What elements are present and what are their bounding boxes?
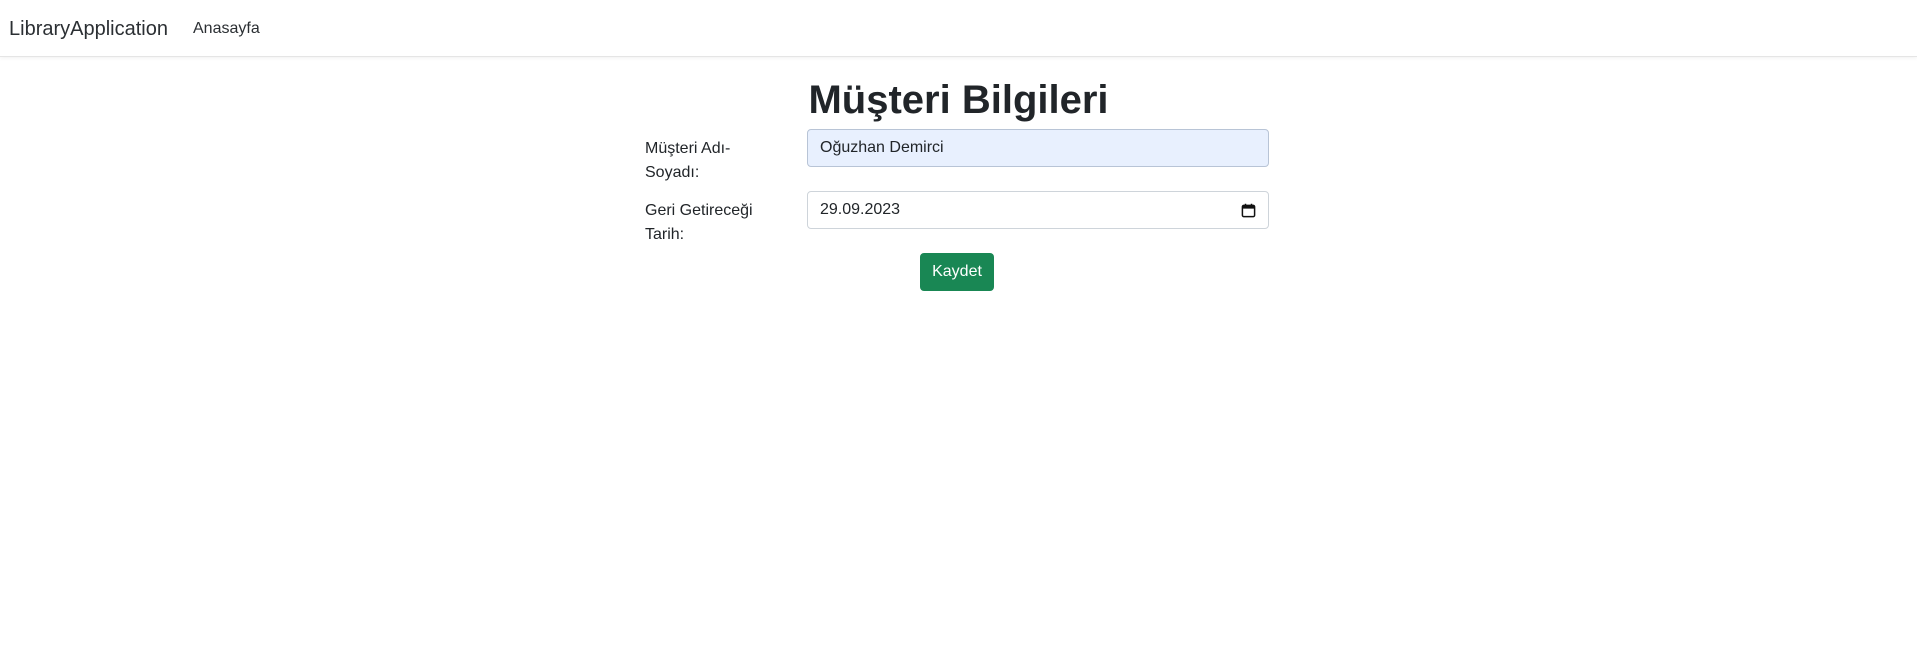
return-date-value: 29.09.2023 — [820, 201, 901, 218]
customer-name-input[interactable]: Oğuzhan Demirci — [807, 129, 1269, 167]
customer-name-value: Oğuzhan Demirci — [820, 139, 944, 156]
customer-name-label: Müşteri Adı-Soyadı: — [645, 140, 731, 181]
navbar-brand[interactable]: LibraryApplication — [9, 16, 168, 42]
return-date-label: Geri Getireceği Tarih: — [645, 202, 753, 243]
save-button[interactable]: Kaydet — [920, 253, 994, 291]
nav-link-home[interactable]: Anasayfa — [193, 19, 260, 39]
navbar: LibraryApplication Anasayfa — [0, 0, 1917, 57]
calendar-icon[interactable] — [1241, 203, 1256, 218]
return-date-input[interactable]: 29.09.2023 — [807, 191, 1269, 229]
page-title: Müşteri Bilgileri — [808, 78, 1109, 122]
